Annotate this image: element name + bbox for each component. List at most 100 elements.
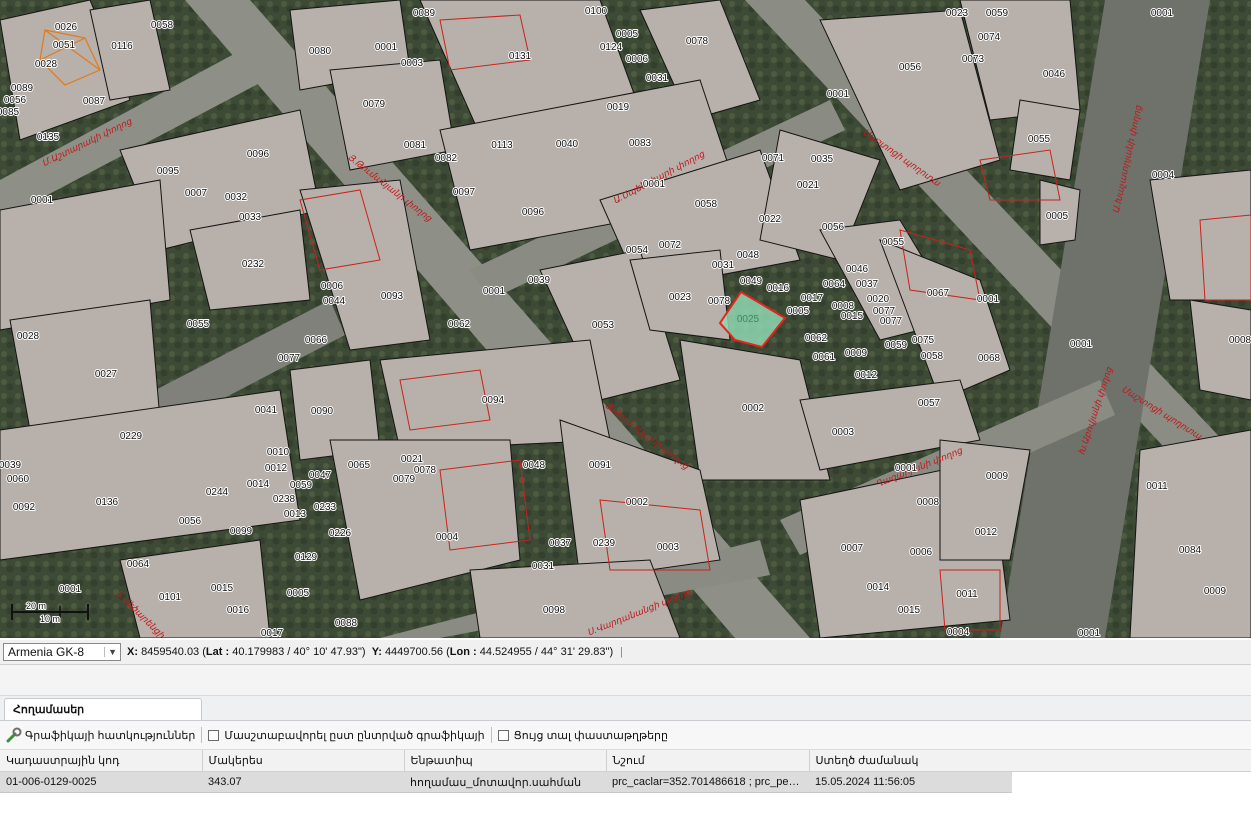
- parcel-label[interactable]: 0098: [542, 604, 567, 617]
- parcel-label[interactable]: 0056: [178, 515, 203, 528]
- parcel-label[interactable]: 0077: [277, 352, 302, 365]
- parcel-label[interactable]: 0085: [0, 106, 21, 119]
- parcel-label[interactable]: 0008: [916, 496, 941, 509]
- parcel-label[interactable]: 0049: [739, 275, 764, 288]
- parcel-label[interactable]: 0005: [1045, 210, 1070, 223]
- parcel-label[interactable]: 0088: [334, 617, 359, 630]
- parcel-label[interactable]: 0031: [711, 259, 736, 272]
- parcel-label[interactable]: 0020: [866, 293, 891, 306]
- parcel-label[interactable]: 0019: [606, 101, 631, 114]
- parcel-label[interactable]: 0059: [289, 479, 314, 492]
- map-canvas[interactable]: Մ.Աշտարակի փողոցՅ.Թումանյանի փողոց Ա.Սպեն…: [0, 0, 1251, 638]
- parcel-label[interactable]: 0094: [481, 394, 506, 407]
- parcel-label[interactable]: 0072: [658, 239, 683, 252]
- parcel-label[interactable]: 0055: [881, 236, 906, 249]
- parcel-label[interactable]: 0055: [186, 318, 211, 331]
- parcel-label[interactable]: 0229: [119, 430, 144, 443]
- parcel-label[interactable]: 0015: [897, 604, 922, 617]
- parcel-label[interactable]: 0004: [1151, 169, 1176, 182]
- parcel-label[interactable]: 0016: [766, 282, 791, 295]
- parcel-label[interactable]: 0032: [224, 191, 249, 204]
- parcel-label[interactable]: 0006: [909, 546, 934, 559]
- parcel-label[interactable]: 0096: [521, 206, 546, 219]
- parcel-label[interactable]: 0001: [1150, 7, 1175, 20]
- parcel-label[interactable]: 0136: [95, 496, 120, 509]
- parcel-label[interactable]: 0129: [294, 551, 319, 564]
- parcel-label[interactable]: 0073: [961, 53, 986, 66]
- parcel-label[interactable]: 0055: [1027, 133, 1052, 146]
- parcel-label[interactable]: 0037: [855, 278, 880, 291]
- parcel-label[interactable]: 0081: [403, 139, 428, 152]
- parcel-label[interactable]: 0001: [30, 194, 55, 207]
- parcel-label[interactable]: 0046: [1042, 68, 1067, 81]
- zoom-to-selected-checkbox[interactable]: Մասշտաբավորել ըստ ընտրված գրաֆիկայի: [208, 729, 485, 742]
- table-row[interactable]: 01-006-0129-0025 343.07 հողամաս_մոտավոր.…: [0, 771, 1012, 793]
- show-documents-checkbox[interactable]: Ցույց տալ փաստաթղթերը: [497, 729, 668, 742]
- parcel-label[interactable]: 0244: [205, 486, 230, 499]
- parcel-label[interactable]: 0008: [1228, 334, 1251, 347]
- parcel-label[interactable]: 0004: [435, 531, 460, 544]
- parcel-label[interactable]: 0023: [668, 291, 693, 304]
- parcel-label[interactable]: 0002: [625, 496, 650, 509]
- parcel-label[interactable]: 0233: [313, 501, 338, 514]
- parcel-label[interactable]: 0007: [184, 187, 209, 200]
- parcel-label[interactable]: 0062: [447, 318, 472, 331]
- parcel-label[interactable]: 0001: [374, 41, 399, 54]
- parcel-label[interactable]: 0003: [831, 426, 856, 439]
- parcel-label[interactable]: 0239: [592, 537, 617, 550]
- parcel-label[interactable]: 0007: [840, 542, 865, 555]
- parcel-label[interactable]: 0006: [625, 53, 650, 66]
- parcel-label[interactable]: 0046: [845, 263, 870, 276]
- column-header-area[interactable]: Մակերես: [202, 750, 405, 772]
- parcel-label[interactable]: 0021: [400, 453, 425, 466]
- parcel-label[interactable]: 0082: [434, 152, 459, 165]
- parcel-label[interactable]: 0021: [796, 179, 821, 192]
- checkbox-icon[interactable]: [497, 729, 509, 741]
- chevron-down-icon[interactable]: ▼: [104, 647, 117, 657]
- parcel-label[interactable]: 0001: [58, 583, 83, 596]
- parcel-label[interactable]: 0003: [400, 57, 425, 70]
- parcel-label[interactable]: 0040: [555, 138, 580, 151]
- parcel-label[interactable]: 0005: [786, 305, 811, 318]
- parcel-label[interactable]: 0017: [260, 627, 285, 638]
- parcel-label[interactable]: 0058: [694, 198, 719, 211]
- parcel-label[interactable]: 0001: [642, 178, 667, 191]
- parcel-label[interactable]: 0061: [812, 351, 837, 364]
- parcel-label[interactable]: 0062: [804, 332, 829, 345]
- parcel-label[interactable]: 0131: [508, 50, 533, 63]
- parcel-label[interactable]: 0001: [894, 462, 919, 475]
- checkbox-icon[interactable]: [208, 729, 220, 741]
- parcel-label[interactable]: 0060: [6, 473, 31, 486]
- parcel-label[interactable]: 0093: [380, 290, 405, 303]
- column-header-subtype[interactable]: Ենթատիպ: [404, 750, 607, 772]
- parcel-label[interactable]: 0011: [1145, 480, 1169, 493]
- parcel-label[interactable]: 0087: [82, 95, 107, 108]
- parcel-label[interactable]: 0078: [707, 295, 732, 308]
- parcel-label[interactable]: 0012: [974, 526, 999, 539]
- parcel-label[interactable]: 0033: [238, 211, 263, 224]
- parcel-label[interactable]: 0001: [826, 88, 851, 101]
- parcel-label[interactable]: 0096: [246, 148, 271, 161]
- parcel-label[interactable]: 0056: [898, 61, 923, 74]
- parcel-label[interactable]: 0035: [810, 153, 835, 166]
- parcel-label[interactable]: 0006: [320, 280, 345, 293]
- parcel-label[interactable]: 0039: [527, 274, 552, 287]
- parcel-label[interactable]: 0001: [1077, 627, 1102, 638]
- parcel-label[interactable]: 0014: [866, 581, 891, 594]
- parcel-label[interactable]: 0004: [946, 626, 971, 638]
- parcel-label[interactable]: 0026: [54, 21, 79, 34]
- parcel-label[interactable]: 0028: [16, 330, 41, 343]
- parcel-label[interactable]: 0074: [977, 31, 1002, 44]
- parcel-label[interactable]: 0095: [156, 165, 181, 178]
- parcel-label[interactable]: 0083: [628, 137, 653, 150]
- parcel-label[interactable]: 0068: [977, 352, 1002, 365]
- parcel-label[interactable]: 0031: [531, 560, 556, 573]
- parcel-label[interactable]: 0100: [584, 5, 609, 18]
- parcel-label[interactable]: 0056: [3, 94, 28, 107]
- parcel-label[interactable]: 0064: [822, 278, 847, 291]
- parcel-label[interactable]: 0013: [283, 508, 308, 521]
- parcel-label[interactable]: 0238: [272, 493, 297, 506]
- parcel-label[interactable]: 0097: [452, 186, 477, 199]
- parcel-label[interactable]: 0066: [304, 334, 329, 347]
- parcel-label[interactable]: 0012: [854, 369, 879, 382]
